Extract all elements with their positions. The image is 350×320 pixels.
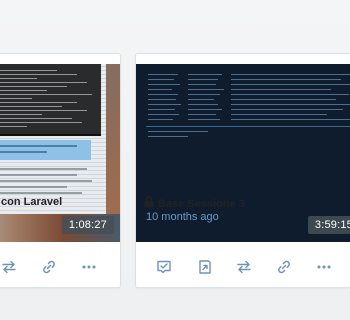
video-title[interactable]: Base Sessione 3	[144, 196, 245, 211]
link-icon[interactable]	[41, 259, 57, 275]
video-title-text: Base Sessione 3	[158, 198, 245, 210]
review-icon[interactable]	[156, 259, 172, 275]
lock-icon	[144, 196, 154, 211]
video-card[interactable]: 3:59:15 Base Sessione 3 10 months ago	[135, 53, 350, 288]
duration-badge: 3:59:15	[307, 216, 350, 234]
duration-badge: 1:08:27	[61, 216, 114, 234]
share-icon[interactable]	[1, 259, 17, 275]
thumbnail-highlight	[0, 140, 91, 160]
more-icon[interactable]	[316, 259, 332, 275]
video-thumbnail[interactable]: 1:08:27	[0, 64, 120, 242]
card-actions	[156, 259, 350, 275]
video-grid: 1:08:27 con Laravel 3:59:15 Base Session…	[0, 0, 350, 320]
more-icon[interactable]	[81, 259, 97, 275]
thumbnail-terminal	[0, 64, 101, 136]
open-external-icon[interactable]	[196, 259, 212, 275]
video-title[interactable]: con Laravel	[1, 196, 62, 208]
share-icon[interactable]	[236, 259, 252, 275]
video-card[interactable]: 1:08:27 con Laravel	[0, 53, 121, 288]
time-ago: 10 months ago	[146, 211, 219, 223]
link-icon[interactable]	[276, 259, 292, 275]
card-actions	[1, 259, 120, 275]
